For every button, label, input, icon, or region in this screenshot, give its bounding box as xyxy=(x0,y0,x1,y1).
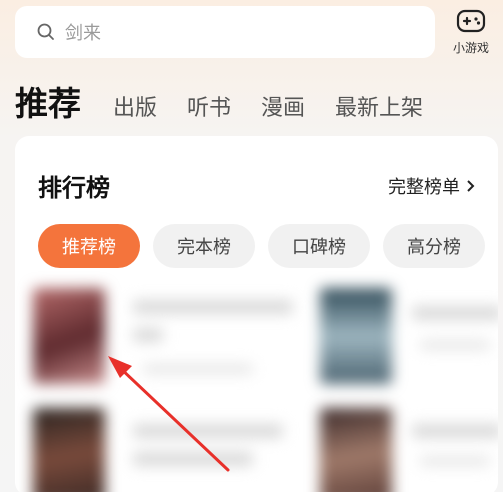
book-title-placeholder xyxy=(412,306,498,320)
gamepad-icon xyxy=(456,9,486,33)
tab-audiobook[interactable]: 听书 xyxy=(187,94,231,124)
book-title-placeholder xyxy=(412,424,498,438)
category-tabs: 推荐 出版 听书 漫画 最新上架 xyxy=(15,78,453,124)
book-title-placeholder xyxy=(133,424,283,438)
book-title-placeholder xyxy=(133,328,163,342)
full-ranking-link[interactable]: 完整榜单 xyxy=(388,173,476,199)
ranking-card: 排行榜 完整榜单 推荐榜 完本榜 口碑榜 高分榜 xyxy=(15,136,498,492)
book-cover xyxy=(320,408,392,492)
book-meta-placeholder xyxy=(420,456,490,466)
ranking-title: 排行榜 xyxy=(38,174,110,202)
full-ranking-label: 完整榜单 xyxy=(388,177,460,198)
ranking-filter-chips: 推荐榜 完本榜 口碑榜 高分榜 xyxy=(38,224,498,268)
tab-new-releases[interactable]: 最新上架 xyxy=(335,94,423,124)
mini-games-button[interactable]: 小游戏 xyxy=(446,6,496,58)
book-title-placeholder xyxy=(133,300,293,314)
book-meta-placeholder xyxy=(143,364,253,374)
mini-games-label: 小游戏 xyxy=(452,41,489,55)
chip-recommend[interactable]: 推荐榜 xyxy=(38,224,140,268)
chip-completed[interactable]: 完本榜 xyxy=(153,224,255,268)
book-cover xyxy=(33,288,105,384)
book-cover xyxy=(33,408,105,492)
book-meta-placeholder xyxy=(420,340,490,350)
search-placeholder: 剑来 xyxy=(65,23,101,44)
book-item[interactable] xyxy=(320,288,498,388)
search-icon xyxy=(37,23,54,40)
book-title-placeholder xyxy=(133,452,253,466)
book-item[interactable] xyxy=(320,408,498,492)
tab-recommend[interactable]: 推荐 xyxy=(15,84,81,124)
tab-publish[interactable]: 出版 xyxy=(113,94,157,124)
book-item[interactable] xyxy=(33,288,303,388)
chip-high-score[interactable]: 高分榜 xyxy=(383,224,485,268)
book-cover xyxy=(320,288,392,384)
book-item[interactable] xyxy=(33,408,303,492)
chevron-right-icon xyxy=(467,180,475,192)
chip-reputation[interactable]: 口碑榜 xyxy=(268,224,370,268)
tab-comics[interactable]: 漫画 xyxy=(261,94,305,124)
search-bar[interactable]: 剑来 xyxy=(15,6,435,58)
